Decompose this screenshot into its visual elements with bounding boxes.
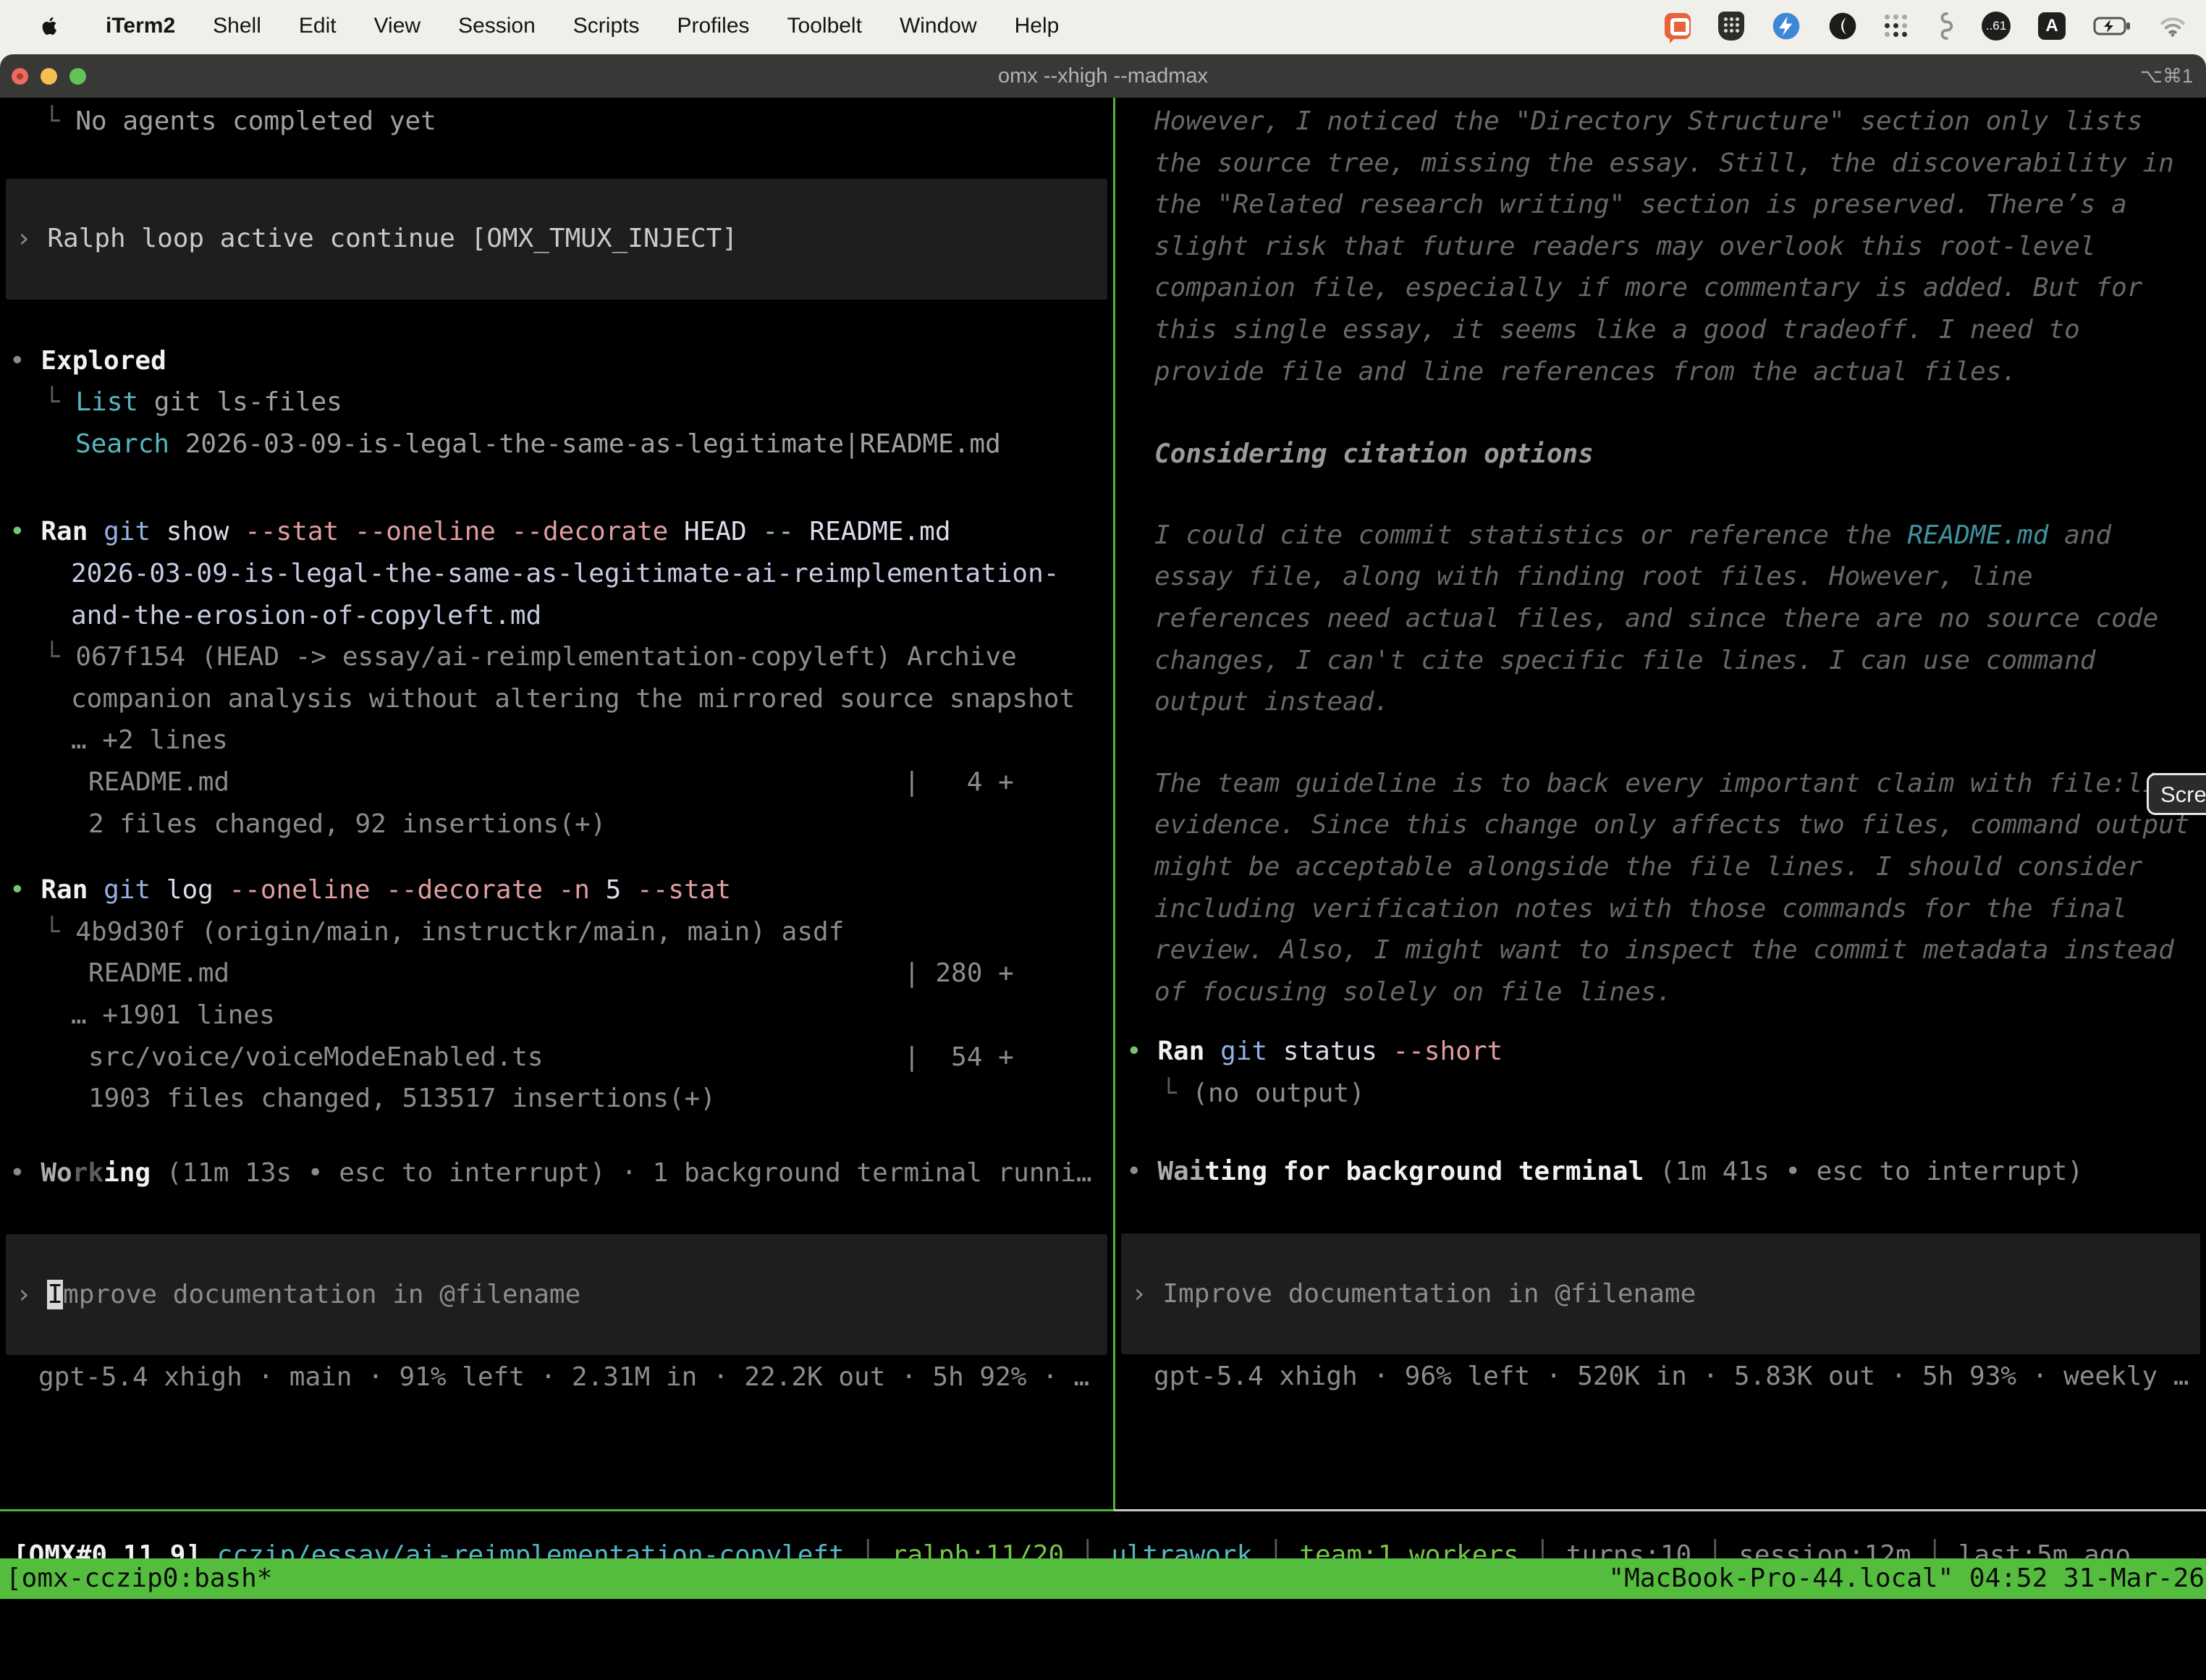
terminal-line: references need actual files, and since … <box>1115 598 2206 640</box>
battery-icon[interactable] <box>2093 17 2131 35</box>
terminal-line: └ (no output) <box>1115 1073 2206 1115</box>
screen-share-icon[interactable] <box>1665 13 1691 39</box>
terminal-line: of focusing solely on file lines. <box>1115 971 2206 1013</box>
terminal-line: └ List git ls-files <box>0 381 1113 423</box>
terminal-line: src/voice/voiceModeEnabled.ts | 54 + <box>0 1037 1113 1079</box>
terminal-line: gpt-5.4 xhigh · main · 91% left · 2.31M … <box>0 1356 1113 1398</box>
tmux-session-label: [omx-cczip0:bash* <box>6 1558 272 1599</box>
terminal-line: essay file, along with finding root file… <box>1115 556 2206 598</box>
spacer <box>1115 392 2206 434</box>
pane-border-bottom-right <box>1114 1509 2206 1511</box>
terminal-line: might be acceptable alongside the file l… <box>1115 846 2206 888</box>
terminal-line: gpt-5.4 xhigh · 96% left · 520K in · 5.8… <box>1115 1356 2206 1398</box>
terminal-line: companion analysis without altering the … <box>0 678 1113 720</box>
terminal-line: review. Also, I might want to inspect th… <box>1115 929 2206 971</box>
menu-item-edit[interactable]: Edit <box>299 14 337 38</box>
terminal-line: └ 4b9d30f (origin/main, instructkr/main,… <box>0 911 1113 953</box>
menu-item-scripts[interactable]: Scripts <box>573 14 640 38</box>
menu-item-help[interactable]: Help <box>1015 14 1060 38</box>
window-title-bar[interactable]: omx --xhigh --madmax ⌥⌘1 <box>0 54 2206 98</box>
spacer <box>0 1120 1113 1152</box>
terminal-line: • Ran git show --stat --oneline --decora… <box>0 511 1113 553</box>
tmux-host-clock: "MacBook-Pro-44.local" 04:52 31-Mar-26 <box>1608 1558 2205 1599</box>
terminal-line: README.md | 4 + <box>0 761 1113 803</box>
terminal-line: I could cite commit statistics or refere… <box>1115 515 2206 557</box>
menu-status-icons: ..61 A <box>1665 12 2187 41</box>
prompt-line: › Ralph loop active continue [OMX_TMUX_I… <box>6 218 1107 260</box>
terminal-line: evidence. Since this change only affects… <box>1115 804 2206 846</box>
prompt-input-box[interactable]: › Ralph loop active continue [OMX_TMUX_I… <box>6 179 1107 300</box>
prompt-line: › Improve documentation in @filename <box>6 1274 1107 1316</box>
terminal-line: The team guideline is to back every impo… <box>1115 763 2206 805</box>
apple-menu-icon[interactable] <box>39 15 58 37</box>
wifi-icon[interactable] <box>2158 14 2187 38</box>
pane-border-bottom-left <box>0 1509 1114 1511</box>
spacer <box>0 845 1113 869</box>
pane-divider-vertical[interactable] <box>1113 98 1115 1511</box>
spacer <box>1115 476 2206 515</box>
menu-item-view[interactable]: View <box>374 14 421 38</box>
spacer <box>0 300 1113 340</box>
menu-item-iterm2[interactable]: iTerm2 <box>106 14 175 38</box>
dots-grid-icon[interactable] <box>1885 14 1908 38</box>
terminal-line: Considering citation options <box>1115 434 2206 476</box>
left-terminal-pane[interactable]: └ No agents completed yet › Ralph loop ac… <box>0 98 1113 1398</box>
terminal-line: including verification notes with those … <box>1115 888 2206 930</box>
terminal-line: 2026-03-09-is-legal-the-same-as-legitima… <box>0 553 1113 595</box>
crescent-badge-icon[interactable] <box>1828 12 1857 41</box>
menu-item-window[interactable]: Window <box>900 14 977 38</box>
spacer <box>0 465 1113 511</box>
terminal-line: 2 files changed, 92 insertions(+) <box>0 803 1113 845</box>
spacer <box>0 143 1113 179</box>
squiggle-icon[interactable] <box>1935 12 1954 41</box>
keyboard-layout-icon[interactable]: A <box>2038 12 2066 40</box>
percent-badge-icon[interactable]: ..61 <box>1982 12 2011 41</box>
terminal-line: … +2 lines <box>0 719 1113 761</box>
menu-item-shell[interactable]: Shell <box>213 14 261 38</box>
terminal-line: the "Related research writing" section i… <box>1115 184 2206 226</box>
right-terminal-pane[interactable]: However, I noticed the "Directory Struct… <box>1115 98 2206 1398</box>
terminal-line: README.md | 280 + <box>0 953 1113 995</box>
prompt-line: › Improve documentation in @filename <box>1121 1273 2200 1315</box>
terminal-line: provide file and line references from th… <box>1115 351 2206 393</box>
terminal-line: └ 067f154 (HEAD -> essay/ai-reimplementa… <box>0 636 1113 678</box>
menu-item-toolbelt[interactable]: Toolbelt <box>787 14 862 38</box>
spacer <box>0 1194 1113 1234</box>
prompt-input-box[interactable]: › Improve documentation in @filename <box>6 1234 1107 1355</box>
terminal-line: Search 2026-03-09-is-legal-the-same-as-l… <box>0 423 1113 465</box>
menu-items: iTerm2 Shell Edit View Session Scripts Profile… <box>87 14 1078 38</box>
spacer <box>1115 723 2206 763</box>
terminal-line: … +1901 lines <box>0 995 1113 1037</box>
spacer <box>1115 1193 2206 1233</box>
terminal-content[interactable]: └ No agents completed yet › Ralph loop ac… <box>0 98 2206 1616</box>
keypad-shield-icon[interactable] <box>1718 12 1744 41</box>
window-title: omx --xhigh --madmax <box>0 54 2206 98</box>
terminal-line: and-the-erosion-of-copyleft.md <box>0 595 1113 637</box>
menu-item-profiles[interactable]: Profiles <box>677 14 749 38</box>
terminal-line: • Ran git status --short <box>1115 1031 2206 1073</box>
terminal-line: However, I noticed the "Directory Struct… <box>1115 101 2206 143</box>
terminal-line: output instead. <box>1115 681 2206 723</box>
window-shortcut-badge: ⌥⌘1 <box>2140 54 2193 98</box>
terminal-line: • Waiting for background terminal (1m 41… <box>1115 1151 2206 1193</box>
tmux-status-bar: [omx-cczip0:bash* "MacBook-Pro-44.local"… <box>0 1558 2206 1599</box>
zigzag-badge-icon[interactable] <box>1772 12 1801 41</box>
menu-item-session[interactable]: Session <box>458 14 536 38</box>
prompt-input-box[interactable]: › Improve documentation in @filename <box>1121 1233 2200 1354</box>
terminal-line: • Working (11m 13s • esc to interrupt) ·… <box>0 1152 1113 1194</box>
spacer <box>1115 1013 2206 1031</box>
terminal-line: └ No agents completed yet <box>0 101 1113 143</box>
terminal-line: 1903 files changed, 513517 insertions(+) <box>0 1078 1113 1120</box>
terminal-line: the source tree, missing the essay. Stil… <box>1115 143 2206 185</box>
terminal-line: slight risk that future readers may over… <box>1115 226 2206 268</box>
menu-bar: iTerm2 Shell Edit View Session Scripts Profile… <box>0 0 2206 52</box>
terminal-line: companion file, especially if more comme… <box>1115 267 2206 309</box>
terminal-line: this single essay, it seems like a good … <box>1115 309 2206 351</box>
terminal-line: • Ran git log --oneline --decorate -n 5 … <box>0 869 1113 911</box>
terminal-line: changes, I can't cite specific file line… <box>1115 640 2206 682</box>
spacer <box>1115 1114 2206 1151</box>
terminal-line: • Explored <box>0 340 1113 382</box>
screen-share-tooltip: Scre <box>2147 773 2206 815</box>
